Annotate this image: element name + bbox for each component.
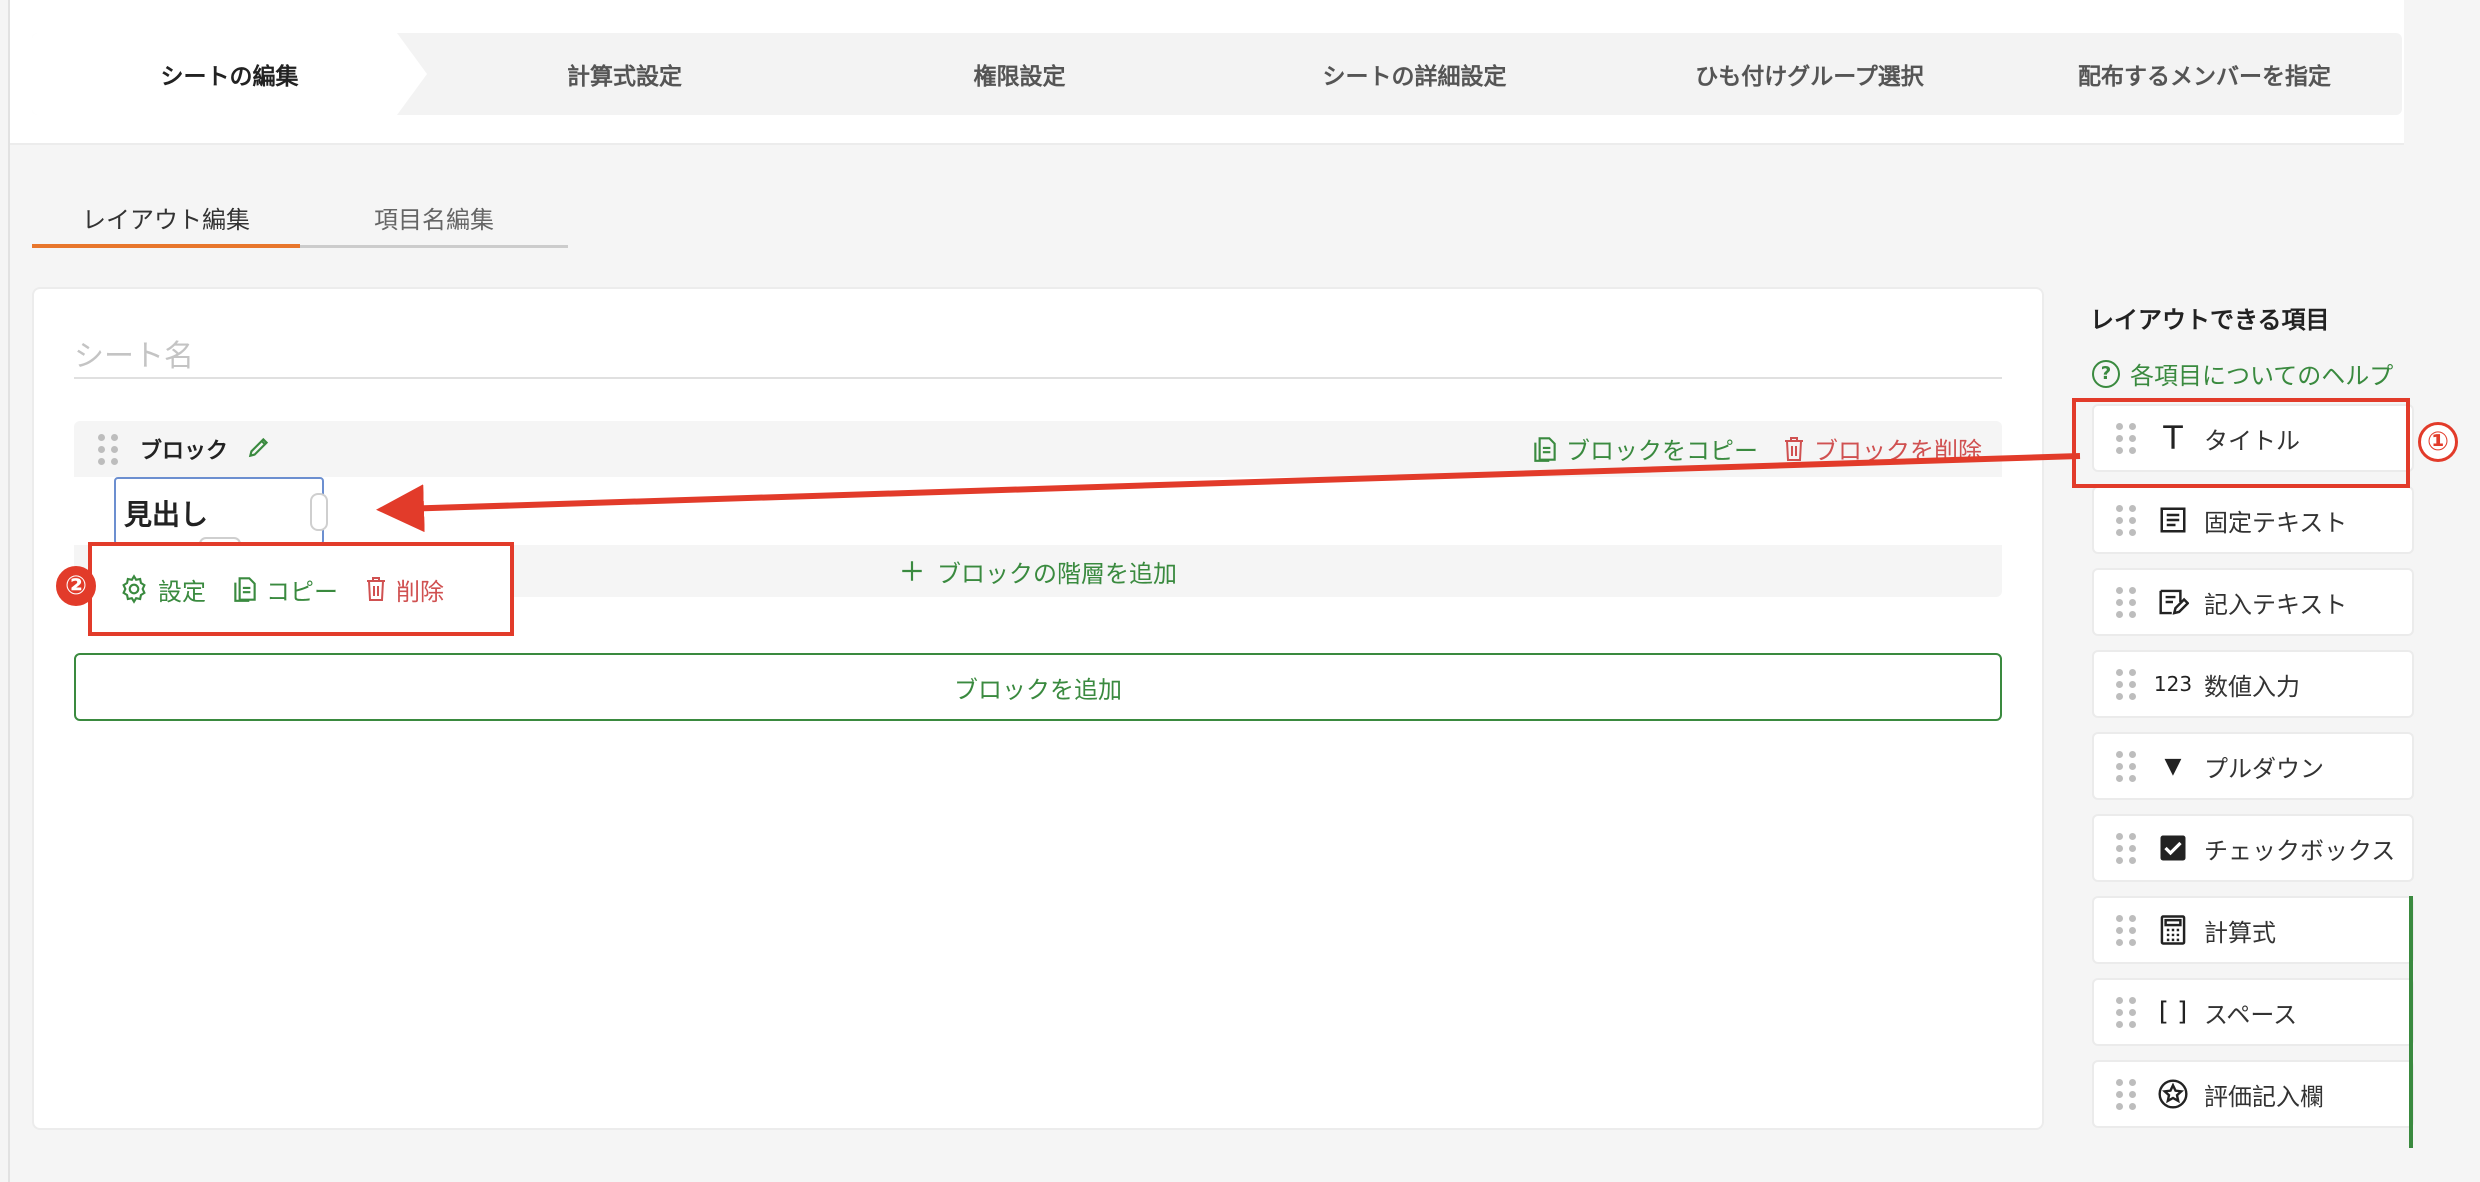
question-icon: ? [2092, 359, 2120, 388]
drag-handle-icon[interactable] [2116, 914, 2136, 946]
block-header: ブロック ブロックをコピー ブロックを削除 [74, 421, 2002, 477]
copy-icon [1534, 436, 1556, 462]
copy-item-label: コピー [266, 577, 338, 606]
help-label: 各項目についてのヘルプ [2130, 362, 2394, 390]
step-group[interactable]: ひも付けグループ選択 [1612, 33, 2007, 115]
copy-block-button[interactable]: ブロックをコピー [1532, 431, 1758, 466]
delete-item-button[interactable]: 削除 [364, 572, 444, 607]
trash-icon [1785, 436, 1803, 461]
step-sheet-edit[interactable]: シートの編集 [32, 33, 427, 115]
palette-item-number[interactable]: 123 数値入力 [2092, 650, 2414, 718]
sheet-name-input[interactable]: シート名 [74, 327, 2002, 379]
palette-item-label: タイトル [2204, 426, 2300, 455]
checkbox-icon [2156, 831, 2190, 865]
palette-item-dropdown[interactable]: ▼ プルダウン [2092, 732, 2414, 800]
annotation-badge-2: ② [56, 566, 96, 606]
block-body: 見出し [74, 477, 2002, 551]
copy-item-button[interactable]: コピー [232, 572, 338, 607]
scroll-indicator [2409, 896, 2413, 1148]
gear-icon [122, 574, 146, 604]
item-toolbar: 設定 コピー 削除 [88, 542, 514, 636]
palette-item-label: 計算式 [2204, 918, 2276, 947]
editor-card: シート名 ブロック ブロックをコピー ブロックを削除 見出し ブロックの階層を追… [32, 287, 2044, 1130]
drag-handle-icon[interactable] [2116, 832, 2136, 864]
trash-icon [367, 577, 385, 601]
step-permission[interactable]: 権限設定 [822, 33, 1217, 115]
tab-item-name-edit[interactable]: 項目名編集 [300, 190, 568, 248]
palette-list: T タイトル 固定テキスト 記入テキスト 123 数値入力 ▼ プルダウン チェ… [2092, 404, 2414, 1142]
palette-item-label: 固定テキスト [2204, 508, 2348, 537]
add-block-button[interactable]: ブロックを追加 [74, 653, 2002, 721]
palette-item-evaluation[interactable]: 評価記入欄 [2092, 1060, 2414, 1128]
block-title: ブロック [140, 439, 229, 464]
sub-tabs: レイアウト編集 項目名編集 [32, 190, 568, 248]
delete-block-label: ブロックを削除 [1814, 437, 1982, 465]
tab-layout-edit[interactable]: レイアウト編集 [32, 190, 300, 248]
delete-block-button[interactable]: ブロックを削除 [1782, 431, 1982, 466]
title-t-icon: T [2163, 419, 2183, 457]
palette-item-label: 評価記入欄 [2204, 1082, 2324, 1111]
drag-handle-icon[interactable] [98, 433, 118, 465]
palette-item-space[interactable]: [ ] スペース [2092, 978, 2414, 1046]
add-layer-label: ブロックの階層を追加 [937, 559, 1177, 588]
copy-block-label: ブロックをコピー [1566, 437, 1758, 465]
drag-handle-icon[interactable] [2116, 586, 2136, 618]
palette-item-label: プルダウン [2204, 754, 2324, 783]
header: シートの編集 計算式設定 権限設定 シートの詳細設定 ひも付けグループ選択 配布… [10, 0, 2404, 145]
annotation-badge-1: ① [2418, 422, 2458, 462]
palette-item-fixed-text[interactable]: 固定テキスト [2092, 486, 2414, 554]
help-link[interactable]: ? 各項目についてのヘルプ [2092, 356, 2393, 391]
edit-text-icon [2156, 585, 2190, 619]
palette-item-formula[interactable]: 計算式 [2092, 896, 2414, 964]
text-lines-icon [2156, 503, 2190, 537]
palette-item-checkbox[interactable]: チェックボックス [2092, 814, 2414, 882]
palette-item-label: スペース [2204, 1000, 2298, 1029]
palette-item-label: チェックボックス [2204, 836, 2396, 865]
palette-item-label: 数値入力 [2204, 672, 2300, 701]
drag-handle-icon[interactable] [2116, 668, 2136, 700]
stepper: シートの編集 計算式設定 権限設定 シートの詳細設定 ひも付けグループ選択 配布… [32, 33, 2402, 115]
drag-handle-icon[interactable] [2116, 1078, 2136, 1110]
step-detail[interactable]: シートの詳細設定 [1217, 33, 1612, 115]
settings-label: 設定 [158, 577, 206, 606]
block-actions: ブロックをコピー ブロックを削除 [1532, 431, 1982, 466]
drag-handle-icon[interactable] [2116, 996, 2136, 1028]
copy-icon [234, 577, 256, 602]
step-members[interactable]: 配布するメンバーを指定 [2007, 33, 2402, 115]
step-formula[interactable]: 計算式設定 [427, 33, 822, 115]
star-badge-icon [2156, 1077, 2190, 1111]
palette-item-title[interactable]: T タイトル [2092, 404, 2414, 472]
heading-item[interactable]: 見出し [114, 477, 324, 545]
brackets-icon: [ ] [2158, 997, 2188, 1027]
drag-handle-icon[interactable] [2116, 504, 2136, 536]
dropdown-triangle-icon: ▼ [2164, 753, 2182, 779]
settings-button[interactable]: 設定 [118, 572, 206, 607]
palette-item-label: 記入テキスト [2204, 590, 2348, 619]
palette-item-input-text[interactable]: 記入テキスト [2092, 568, 2414, 636]
calculator-icon [2156, 913, 2190, 947]
number-123-icon: 123 [2153, 672, 2193, 696]
resize-handle-right[interactable] [310, 493, 328, 531]
pencil-icon[interactable] [246, 434, 272, 464]
palette-title: レイアウトできる項目 [2090, 306, 2330, 334]
plus-icon [902, 561, 922, 581]
app-window: シートの編集 計算式設定 権限設定 シートの詳細設定 ひも付けグループ選択 配布… [8, 0, 2414, 1182]
delete-item-label: 削除 [396, 577, 444, 606]
drag-handle-icon[interactable] [2116, 422, 2136, 454]
drag-handle-icon[interactable] [2116, 750, 2136, 782]
